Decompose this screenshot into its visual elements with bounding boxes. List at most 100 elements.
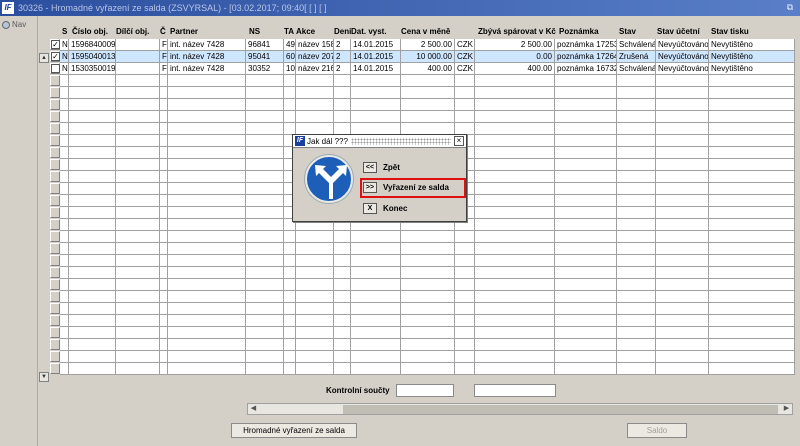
cell-s[interactable]	[60, 171, 69, 183]
cell-ns[interactable]	[246, 303, 284, 315]
cell-mena[interactable]	[455, 87, 475, 99]
cell-c[interactable]	[160, 135, 168, 147]
cell-zbyva[interactable]	[475, 339, 555, 351]
cell-s[interactable]	[60, 207, 69, 219]
hromadne-vyrazeni-button[interactable]: Hromadné vyřazení ze salda	[231, 423, 357, 438]
column-header[interactable]: Partner	[170, 26, 198, 38]
cell-cena[interactable]	[401, 351, 455, 363]
cell-zbyva[interactable]	[475, 255, 555, 267]
cell-stav_tisku[interactable]	[709, 207, 795, 219]
row-checkbox[interactable]	[51, 64, 60, 73]
cell-c[interactable]	[160, 207, 168, 219]
cell-stav_tisku[interactable]	[709, 231, 795, 243]
cell-stav_tisku[interactable]: Nevytištěno	[709, 51, 795, 63]
cell-cena[interactable]: 2 500.00	[401, 39, 455, 51]
cell-s[interactable]	[60, 99, 69, 111]
cell-stav_ucetni[interactable]	[656, 267, 709, 279]
cell-ta[interactable]	[284, 75, 296, 87]
cell-stav[interactable]	[617, 135, 656, 147]
cell-zbyva[interactable]	[475, 207, 555, 219]
cell-stav_tisku[interactable]	[709, 351, 795, 363]
cell-ta[interactable]	[284, 279, 296, 291]
cell-poznamka[interactable]	[555, 303, 617, 315]
column-header[interactable]: Deni	[334, 26, 351, 38]
cell-zbyva[interactable]	[475, 147, 555, 159]
cell-poznamka[interactable]: poznámka 167321	[555, 63, 617, 75]
cell-stav[interactable]	[617, 267, 656, 279]
cell-stav_tisku[interactable]	[709, 363, 795, 375]
cell-c[interactable]	[160, 111, 168, 123]
cell-s[interactable]	[60, 87, 69, 99]
cell-deni[interactable]	[334, 291, 351, 303]
cell-c[interactable]: F	[160, 63, 168, 75]
cell-stav_tisku[interactable]	[709, 243, 795, 255]
cell-partner[interactable]	[168, 207, 246, 219]
cell-ta[interactable]: 60	[284, 51, 296, 63]
cell-ns[interactable]	[246, 363, 284, 375]
table-row[interactable]: N 1596840009 Fint. název 7428 96841 49 název …	[0, 39, 800, 51]
cell-dat[interactable]	[351, 75, 401, 87]
cell-zbyva[interactable]	[475, 171, 555, 183]
cell-ta[interactable]	[284, 243, 296, 255]
column-header[interactable]: Poznámka	[559, 26, 599, 38]
cell-ta[interactable]: 10	[284, 63, 296, 75]
cell-poznamka[interactable]	[555, 219, 617, 231]
cell-mena[interactable]: CZK	[455, 51, 475, 63]
empty-table-row[interactable]	[0, 351, 800, 363]
cell-stav_tisku[interactable]	[709, 87, 795, 99]
cell-cislo[interactable]	[69, 207, 116, 219]
cell-c[interactable]	[160, 219, 168, 231]
restore-icon[interactable]: ⧉	[784, 2, 796, 13]
cell-s[interactable]	[60, 327, 69, 339]
cell-zbyva[interactable]	[475, 243, 555, 255]
cell-mena[interactable]	[455, 339, 475, 351]
column-header[interactable]: Stav	[619, 26, 636, 38]
cell-s[interactable]	[60, 267, 69, 279]
cell-dilci[interactable]	[116, 231, 160, 243]
cell-dilci[interactable]	[116, 267, 160, 279]
cell-partner[interactable]	[168, 243, 246, 255]
cell-ta[interactable]	[284, 99, 296, 111]
cell-dat[interactable]	[351, 87, 401, 99]
cell-cena[interactable]	[401, 231, 455, 243]
cell-dilci[interactable]	[116, 339, 160, 351]
cell-ta[interactable]	[284, 327, 296, 339]
cell-c[interactable]	[160, 303, 168, 315]
cell-dilci[interactable]	[116, 147, 160, 159]
cell-stav_tisku[interactable]	[709, 279, 795, 291]
cell-dat[interactable]	[351, 279, 401, 291]
cell-dilci[interactable]	[116, 207, 160, 219]
cell-mena[interactable]	[455, 363, 475, 375]
cell-poznamka[interactable]	[555, 231, 617, 243]
cell-stav_tisku[interactable]	[709, 99, 795, 111]
empty-table-row[interactable]	[0, 303, 800, 315]
empty-table-row[interactable]	[0, 243, 800, 255]
cell-cislo[interactable]	[69, 183, 116, 195]
cell-stav_ucetni[interactable]	[656, 183, 709, 195]
cell-ns[interactable]	[246, 207, 284, 219]
cell-s[interactable]	[60, 243, 69, 255]
cell-stav_ucetni[interactable]	[656, 339, 709, 351]
cell-s[interactable]	[60, 111, 69, 123]
cell-s[interactable]: N	[60, 51, 69, 63]
cell-ns[interactable]	[246, 123, 284, 135]
cell-s[interactable]	[60, 219, 69, 231]
cell-stav_tisku[interactable]	[709, 111, 795, 123]
cell-zbyva[interactable]	[475, 195, 555, 207]
cell-cislo[interactable]	[69, 195, 116, 207]
cell-cena[interactable]	[401, 267, 455, 279]
cell-cislo[interactable]	[69, 87, 116, 99]
cell-mena[interactable]	[455, 255, 475, 267]
cell-mena[interactable]	[455, 279, 475, 291]
column-header[interactable]: Cena v měně	[401, 26, 450, 38]
cell-akce[interactable]	[296, 327, 334, 339]
cell-c[interactable]	[160, 87, 168, 99]
cell-deni[interactable]	[334, 279, 351, 291]
cell-partner[interactable]: int. název 7428	[168, 39, 246, 51]
cell-dat[interactable]	[351, 267, 401, 279]
cell-stav[interactable]	[617, 75, 656, 87]
cell-dat[interactable]	[351, 303, 401, 315]
cell-stav_ucetni[interactable]	[656, 195, 709, 207]
cell-dilci[interactable]	[116, 135, 160, 147]
cell-ns[interactable]	[246, 111, 284, 123]
